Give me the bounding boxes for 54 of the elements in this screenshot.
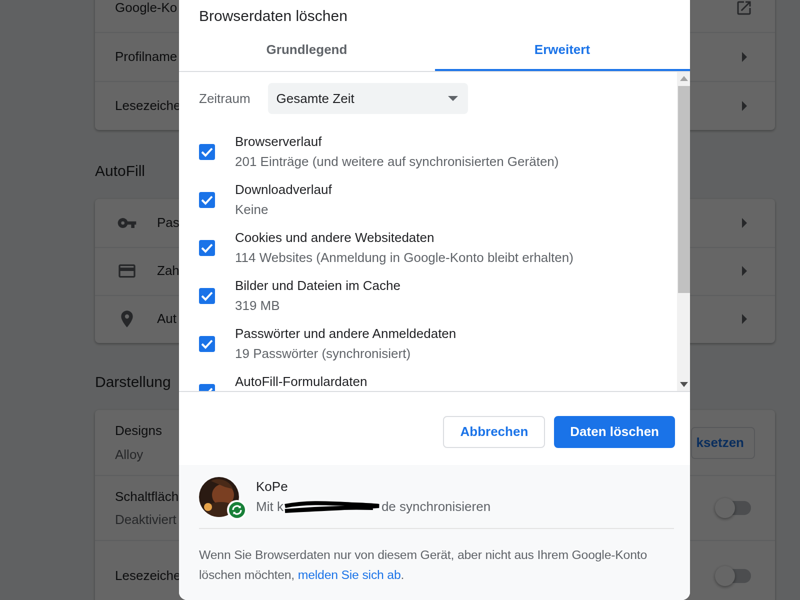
account-name: KoPe <box>256 478 289 496</box>
tab[interactable]: Grundlegend <box>179 30 434 71</box>
cancel-button[interactable]: Abbrechen <box>443 416 546 448</box>
submenu-arrow-icon <box>742 314 747 324</box>
setting-label: Google-Ko <box>115 0 178 17</box>
option-title: Browserverlauf <box>235 133 323 151</box>
scroll-down-arrow-icon[interactable] <box>680 382 688 387</box>
checkbox[interactable] <box>199 336 215 352</box>
option-title: Downloadverlauf <box>235 181 332 199</box>
option-title: Passwörter und andere Anmeldedaten <box>235 325 456 343</box>
setting-value: Alloy <box>115 446 144 464</box>
sync-text: Mit k <box>256 498 284 516</box>
checkbox[interactable] <box>199 288 215 304</box>
setting-label: Aut <box>157 310 177 328</box>
option-detail: 319 MB <box>235 297 281 315</box>
setting-label: Zah <box>157 262 180 280</box>
option-detail: 201 Einträge (und weitere auf synchronisierten Geräten) <box>235 153 559 171</box>
scrollbar[interactable] <box>677 72 690 391</box>
setting-label: Lesezeiche <box>115 566 181 585</box>
sync-text: de synchronisieren <box>381 498 491 516</box>
section-heading: Darstellung <box>95 372 171 392</box>
dialog-title: Browserdaten löschen <box>198 6 348 26</box>
submenu-arrow-icon <box>742 266 747 276</box>
setting-label: Schaltfläch <box>115 488 179 506</box>
option-title: Bilder und Dateien im Cache <box>235 277 400 295</box>
option-detail: 19 Passwörter (synchronisiert) <box>235 345 412 363</box>
toggle-switch[interactable] <box>717 501 751 515</box>
checkbox[interactable] <box>199 240 215 256</box>
section-heading: AutoFill <box>95 161 146 181</box>
option-detail: 114 Websites (Anmeldung in Google-Konto bleibt erhalten) <box>235 249 574 267</box>
external-link-icon <box>735 0 753 16</box>
option-title: Cookies und andere Websitedaten <box>235 229 436 247</box>
delete-data-button[interactable]: Daten löschen <box>554 416 675 448</box>
submenu-arrow-icon <box>742 218 747 228</box>
option-detail: Keine <box>235 201 270 219</box>
toggle-switch[interactable] <box>717 568 751 582</box>
field-label: Zeitraum <box>199 90 250 108</box>
sign-out-link[interactable]: melden Sie sich ab <box>298 568 401 582</box>
setting-label: Profilname <box>115 48 178 66</box>
reset-button[interactable]: ksetzen <box>691 426 755 458</box>
caret-icon <box>448 96 458 101</box>
checkbox[interactable] <box>199 144 215 160</box>
time-range-dropdown[interactable]: Gesamte Zeit <box>268 83 468 114</box>
option-title: AutoFill-Formulardaten <box>235 373 368 391</box>
setting-value: Deaktiviert <box>115 511 176 529</box>
sign-out-notice: Wenn Sie Browserdaten nur von diesem Gerät, aber nicht aus Ihrem Google-Konto löschen möchten, melden Sie sich ab. <box>199 547 648 584</box>
setting-label: Lesezeiche <box>115 97 181 116</box>
sync-icon <box>227 499 247 519</box>
submenu-arrow-icon <box>742 101 747 111</box>
setting-label: Designs <box>115 422 162 440</box>
checkbox[interactable] <box>199 192 215 208</box>
submenu-arrow-icon <box>742 52 747 62</box>
setting-label: Pas <box>157 214 180 232</box>
tab[interactable]: Erweitert <box>434 30 690 71</box>
